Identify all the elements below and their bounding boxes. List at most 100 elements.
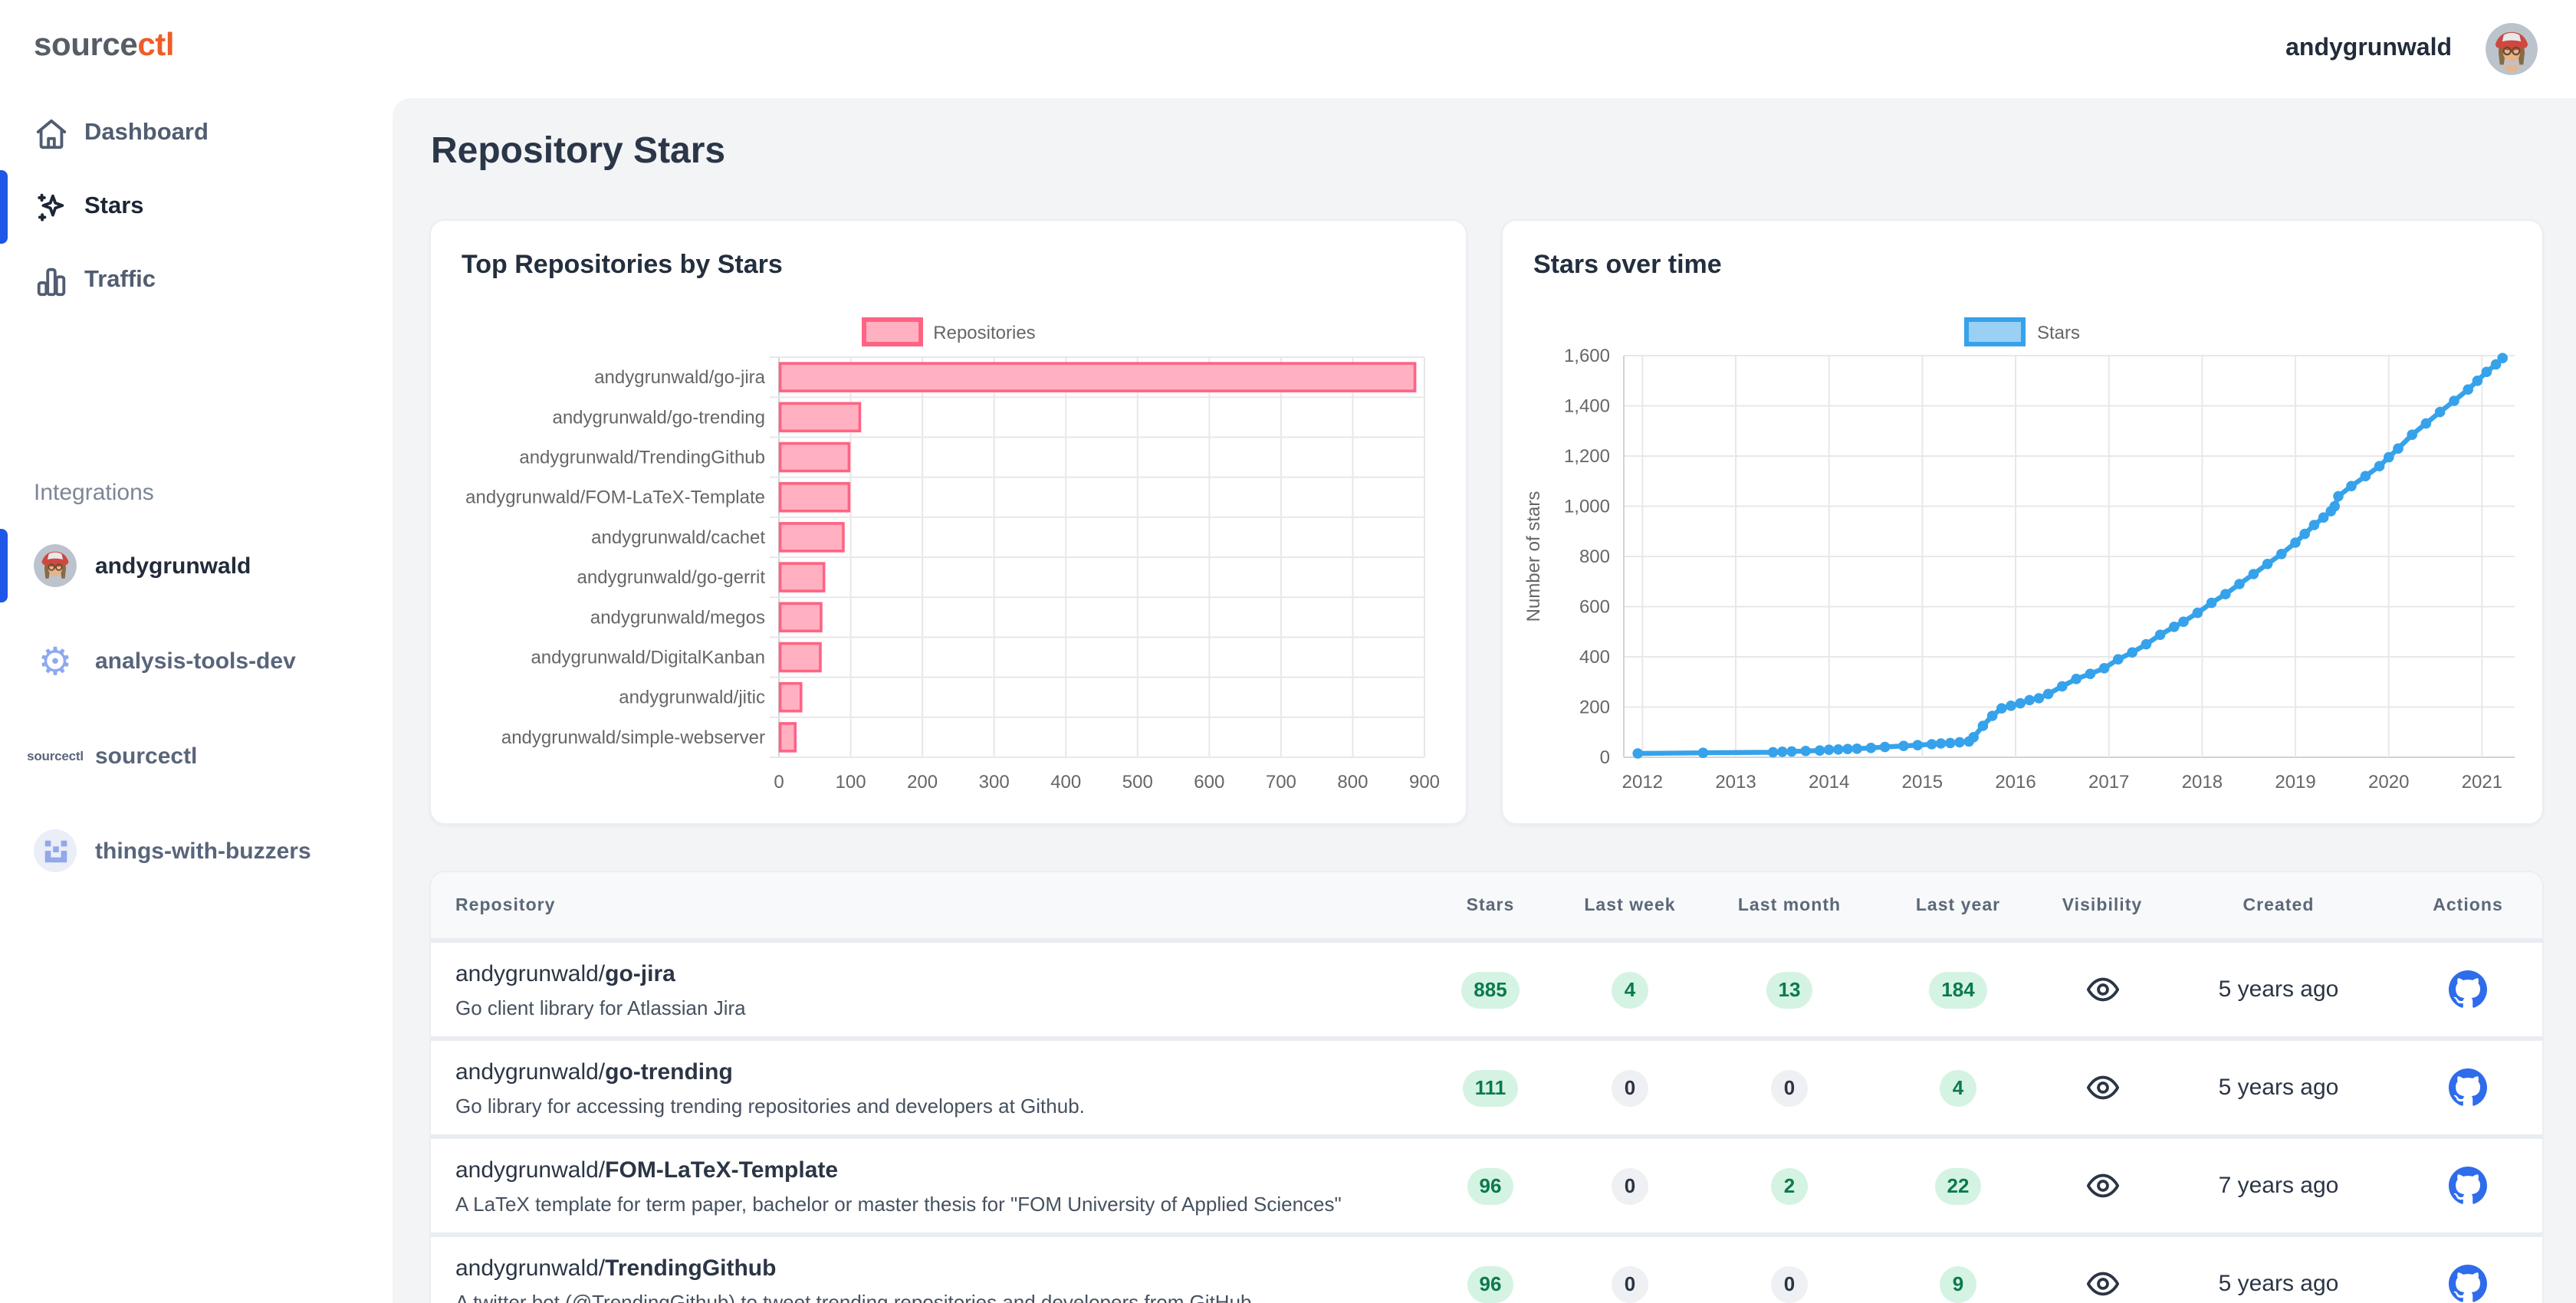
svg-text:400: 400 xyxy=(1579,647,1610,668)
repo-owner: andygrunwald/ xyxy=(455,1157,605,1183)
logo-text-source: source xyxy=(34,28,137,63)
svg-text:1,200: 1,200 xyxy=(1564,446,1610,467)
repo-name: go-jira xyxy=(605,960,675,986)
visibility-eye-icon[interactable] xyxy=(2085,1266,2120,1301)
svg-text:300: 300 xyxy=(979,772,1010,793)
svg-text:andygrunwald/cachet: andygrunwald/cachet xyxy=(591,527,765,548)
visibility-eye-icon[interactable] xyxy=(2085,1168,2120,1203)
column-header-last-month: Last month xyxy=(1704,896,1875,914)
stars-badge: 96 xyxy=(1467,1167,1514,1204)
svg-text:2017: 2017 xyxy=(2088,772,2129,793)
app-logo[interactable]: sourcectl xyxy=(0,0,393,64)
repo-owner: andygrunwald/ xyxy=(455,960,605,986)
current-user-name[interactable]: andygrunwald xyxy=(2285,35,2452,63)
svg-text:andygrunwald/DigitalKanban: andygrunwald/DigitalKanban xyxy=(531,648,765,668)
github-link-icon[interactable] xyxy=(2449,1265,2487,1303)
svg-text:2015: 2015 xyxy=(1902,772,1943,793)
svg-text:andygrunwald/go-gerrit: andygrunwald/go-gerrit xyxy=(577,567,766,588)
stars-badge: 96 xyxy=(1467,1265,1514,1302)
column-header-created: Created xyxy=(2164,896,2394,914)
svg-text:andygrunwald/go-jira: andygrunwald/go-jira xyxy=(594,367,765,388)
created-cell: 5 years ago xyxy=(2164,1271,2394,1297)
svg-text:andygrunwald/FOM-LaTeX-Templat: andygrunwald/FOM-LaTeX-Template xyxy=(465,487,765,508)
svg-text:600: 600 xyxy=(1579,597,1610,618)
repo-owner: andygrunwald/ xyxy=(455,1058,605,1085)
svg-text:2013: 2013 xyxy=(1715,772,1756,793)
repo-cell[interactable]: andygrunwald/FOM-LaTeX-Template A LaTeX … xyxy=(431,1157,1424,1215)
github-link-icon[interactable] xyxy=(2449,1167,2487,1205)
stars-over-time-card: Stars over time Stars 02004006008001,000… xyxy=(1501,219,2544,825)
stars-badge: 111 xyxy=(1463,1069,1519,1106)
integration-label: sourcectl xyxy=(95,743,197,769)
line-chart: 02004006008001,0001,2001,4001,6002012201… xyxy=(1503,221,2545,826)
sparkles-icon xyxy=(34,189,69,225)
visibility-eye-icon[interactable] xyxy=(2085,1070,2120,1105)
sidebar-item-stars[interactable]: Stars xyxy=(0,170,393,244)
svg-text:2020: 2020 xyxy=(2368,772,2409,793)
user-avatar[interactable] xyxy=(2486,23,2538,75)
home-icon xyxy=(34,116,69,151)
visibility-eye-icon[interactable] xyxy=(2085,972,2120,1007)
svg-text:andygrunwald/simple-webserver: andygrunwald/simple-webserver xyxy=(501,727,765,748)
active-indicator xyxy=(0,170,8,244)
last-year-badge: 9 xyxy=(1940,1265,1976,1302)
svg-text:800: 800 xyxy=(1337,772,1368,793)
sidebar-integration-andygrunwald[interactable]: andygrunwald xyxy=(0,529,393,602)
github-link-icon[interactable] xyxy=(2449,970,2487,1009)
bar-chart-icon xyxy=(34,263,69,298)
sidebar-item-traffic[interactable]: Traffic xyxy=(0,244,393,317)
svg-text:900: 900 xyxy=(1409,772,1440,793)
created-cell: 5 years ago xyxy=(2164,1075,2394,1101)
sidebar-integration-analysis-tools-dev[interactable]: ⚙ analysis-tools-dev xyxy=(0,624,393,697)
svg-text:2019: 2019 xyxy=(2275,772,2315,793)
sidebar-integration-things-with-buzzers[interactable]: things-with-buzzers xyxy=(0,814,393,888)
svg-text:andygrunwald/go-trending: andygrunwald/go-trending xyxy=(552,407,765,428)
repo-name: FOM-LaTeX-Template xyxy=(605,1157,838,1183)
primary-nav: Dashboard Stars xyxy=(0,97,393,317)
sidebar-integration-sourcectl[interactable]: sourcectl sourcectl xyxy=(0,719,393,793)
sidebar-item-dashboard[interactable]: Dashboard xyxy=(0,97,393,170)
svg-text:400: 400 xyxy=(1050,772,1081,793)
svg-text:2018: 2018 xyxy=(2182,772,2223,793)
sidebar-item-label: Stars xyxy=(84,193,144,221)
buzzer-pixel-icon xyxy=(34,829,77,872)
last-month-badge: 0 xyxy=(1771,1069,1808,1106)
repo-name: go-trending xyxy=(605,1058,733,1085)
integration-label: andygrunwald xyxy=(95,553,251,579)
github-link-icon[interactable] xyxy=(2449,1068,2487,1107)
svg-text:2014: 2014 xyxy=(1809,772,1849,793)
created-cell: 5 years ago xyxy=(2164,976,2394,1003)
last-week-badge: 4 xyxy=(1612,971,1648,1008)
active-indicator xyxy=(0,529,8,602)
svg-text:1,400: 1,400 xyxy=(1564,396,1610,417)
column-header-stars: Stars xyxy=(1424,896,1556,914)
main-content: Repository Stars Top Repositories by Sta… xyxy=(393,98,2576,1303)
column-header-actions: Actions xyxy=(2394,896,2542,914)
last-month-badge: 2 xyxy=(1771,1167,1808,1204)
repo-cell[interactable]: andygrunwald/TrendingGithub A twitter bo… xyxy=(431,1255,1424,1303)
last-week-badge: 0 xyxy=(1612,1265,1648,1302)
integrations-section-title: Integrations xyxy=(34,480,393,507)
column-header-last-week: Last week xyxy=(1556,896,1704,914)
last-year-badge: 22 xyxy=(1935,1167,1982,1204)
last-year-badge: 184 xyxy=(1929,971,1986,1008)
repo-description: A twitter bot (@TrendingGithub) to tweet… xyxy=(455,1290,1424,1303)
svg-text:andygrunwald/TrendingGithub: andygrunwald/TrendingGithub xyxy=(519,448,765,468)
topbar: andygrunwald xyxy=(393,0,2576,98)
svg-text:0: 0 xyxy=(774,772,784,793)
repo-description: Go client library for Atlassian Jira xyxy=(455,996,1424,1019)
column-header-visibility: Visibility xyxy=(2041,896,2164,914)
svg-text:100: 100 xyxy=(836,772,866,793)
repo-cell[interactable]: andygrunwald/go-trending Go library for … xyxy=(431,1058,1424,1117)
repo-cell[interactable]: andygrunwald/go-jira Go client library f… xyxy=(431,960,1424,1019)
gear-icon: ⚙ xyxy=(34,639,77,682)
svg-text:andygrunwald/jitic: andygrunwald/jitic xyxy=(619,688,765,708)
svg-text:2016: 2016 xyxy=(1995,772,2036,793)
repo-description: A LaTeX template for term paper, bachelo… xyxy=(455,1192,1424,1215)
repo-description: Go library for accessing trending reposi… xyxy=(455,1094,1424,1117)
svg-text:600: 600 xyxy=(1194,772,1224,793)
repo-owner: andygrunwald/ xyxy=(455,1255,605,1281)
integration-label: analysis-tools-dev xyxy=(95,648,296,674)
repositories-table: Repository Stars Last week Last month La… xyxy=(429,871,2544,1303)
column-header-repository: Repository xyxy=(431,896,1424,914)
